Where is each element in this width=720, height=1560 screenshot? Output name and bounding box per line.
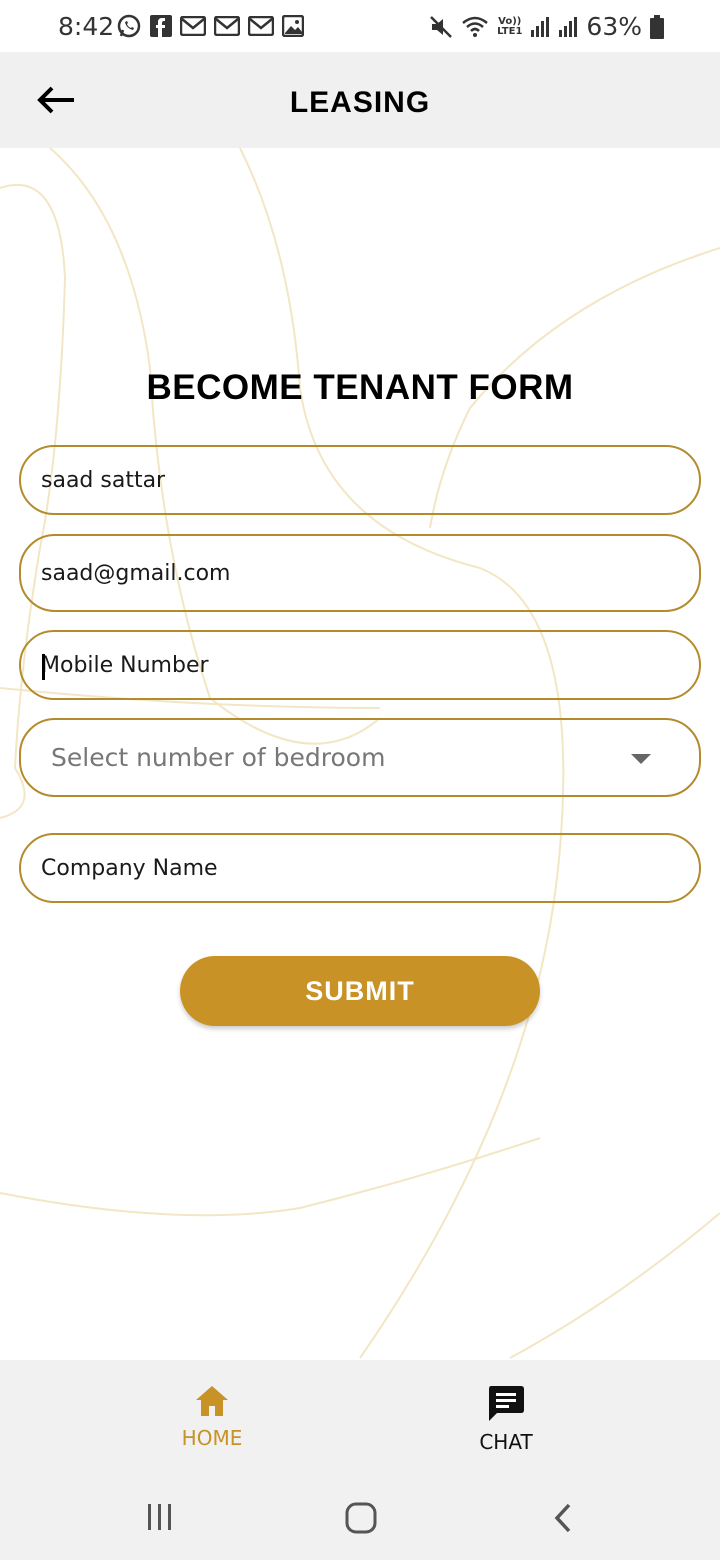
signal-icon [531,16,550,37]
nav-home[interactable]: HOME [132,1384,292,1450]
wifi-icon [462,16,488,37]
chat-icon [489,1386,524,1421]
notification-icons [116,13,304,39]
home-button-icon[interactable] [344,1502,378,1534]
nav-chat-label: CHAT [479,1430,533,1454]
system-status: Vo)) LTE1 63% [429,12,664,41]
lte-indicator: Vo)) LTE1 [497,15,523,37]
page-title: LEASING [289,86,431,119]
company-field [19,833,701,903]
status-time: 8:42 [58,12,115,41]
lte-label: LTE1 [497,25,523,37]
company-input[interactable] [21,835,699,901]
app-header: LEASING [0,52,720,148]
gmail-icon [180,16,206,36]
submit-button[interactable]: SUBMIT [180,956,540,1026]
bedroom-select[interactable]: Select number of bedroom [19,718,701,797]
mobile-input[interactable] [21,632,699,698]
name-input[interactable] [21,447,699,513]
email-field [19,534,701,612]
bedroom-placeholder: Select number of bedroom [51,743,386,772]
dropdown-arrow-icon [631,754,651,764]
name-field [19,445,701,515]
nav-chat[interactable]: CHAT [426,1384,586,1454]
gmail-icon [248,16,274,36]
battery-icon [650,14,664,39]
battery-percent: 63% [586,12,642,41]
mute-icon [430,15,452,38]
nav-home-label: HOME [181,1426,243,1450]
back-nav-icon[interactable] [552,1502,574,1534]
text-cursor [42,654,45,680]
gmail-icon [214,16,240,36]
recent-apps-icon[interactable] [146,1502,174,1532]
facebook-icon [150,15,172,37]
home-icon [196,1386,228,1416]
gallery-icon [282,15,304,37]
signal-icon [559,16,578,37]
system-nav-bar [0,1476,720,1560]
form-title: BECOME TENANT FORM [146,368,574,407]
whatsapp-icon [117,14,141,38]
bottom-nav: HOME CHAT [0,1360,720,1476]
volte-label: Vo)) [498,15,522,27]
status-bar: 8:42 Vo)) LTE1 63% [0,0,720,52]
mobile-field [19,630,701,700]
email-input[interactable] [21,536,699,610]
